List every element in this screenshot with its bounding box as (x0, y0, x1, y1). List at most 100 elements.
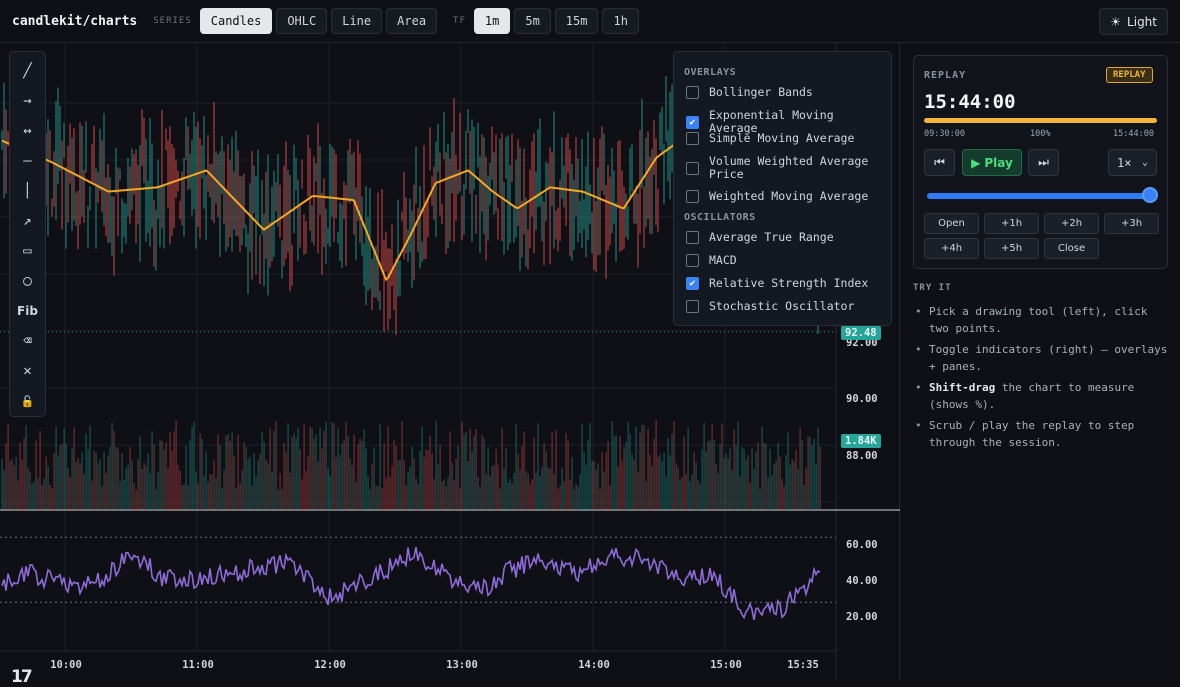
timeframe-button-5m[interactable]: 5m (514, 8, 551, 34)
theme-toggle-button[interactable]: ☀ Light (1099, 8, 1168, 35)
checkbox[interactable] (686, 254, 699, 267)
volume-bar (783, 485, 785, 510)
jump-button-plus-3h[interactable]: +3h (1104, 213, 1159, 234)
time-tick-label: 12:00 (314, 659, 346, 671)
volume-bar (399, 459, 401, 510)
checkbox[interactable] (686, 132, 699, 145)
volume-bar (819, 446, 821, 510)
jump-button-plus-1h[interactable]: +1h (984, 213, 1039, 234)
volume-bar (7, 424, 9, 510)
volume-bar (581, 423, 583, 510)
jump-button-plus-5h[interactable]: +5h (984, 238, 1039, 259)
volume-bar (693, 452, 695, 510)
indicator-weighted-moving-average[interactable]: Weighted Moving Average (686, 190, 886, 203)
indicator-volume-weighted-average-price[interactable]: Volume Weighted Average Price (686, 155, 886, 181)
skip-forward-button[interactable]: ⏭ (1028, 149, 1059, 176)
checkbox[interactable] (686, 231, 699, 244)
fib-tool-button[interactable]: Fib (10, 297, 45, 325)
jump-button-plus-4h[interactable]: +4h (924, 238, 979, 259)
volume-bar (773, 464, 775, 510)
volume-bar (179, 470, 181, 510)
volume-bar (559, 485, 561, 510)
volume-bar (451, 462, 453, 510)
volume-bar (777, 442, 779, 510)
arrow-tool-button[interactable]: → (10, 87, 45, 115)
volume-bar (795, 449, 797, 510)
volume-bar (485, 473, 487, 510)
volume-bar (321, 448, 323, 510)
timeframe-button-1h[interactable]: 1h (602, 8, 639, 34)
volume-bar (335, 456, 337, 510)
clear-tool-button[interactable]: ✕ (10, 357, 45, 385)
checkbox[interactable] (686, 86, 699, 99)
timeframe-button-15m[interactable]: 15m (554, 8, 599, 34)
play-button[interactable]: ▶ Play (962, 149, 1022, 176)
circle-icon: ◯ (23, 273, 32, 289)
series-button-line[interactable]: Line (331, 8, 383, 34)
jump-button-close[interactable]: Close (1044, 238, 1099, 259)
volume-bar (541, 467, 543, 510)
indicator-simple-moving-average[interactable]: Simple Moving Average (686, 132, 886, 145)
volume-bar (189, 440, 191, 510)
volume-bar (177, 464, 179, 510)
volume-bar (407, 471, 409, 510)
volume-bar (791, 459, 793, 510)
volume-bar (39, 430, 41, 510)
volume-bar (659, 454, 661, 510)
trend-line-tool-button[interactable]: ╱ (10, 57, 45, 85)
volume-bar (223, 469, 225, 510)
circle-tool-button[interactable]: ◯ (10, 267, 45, 295)
indicator-label: Relative Strength Index (709, 276, 869, 290)
horizontal-line-tool-button[interactable]: — (10, 147, 45, 175)
volume-bar (331, 422, 333, 510)
checkbox[interactable] (686, 161, 699, 175)
jump-button-open[interactable]: Open (924, 213, 979, 234)
indicator-average-true-range[interactable]: Average True Range (686, 231, 886, 244)
jump-button-plus-2h[interactable]: +2h (1044, 213, 1099, 234)
indicator-macd[interactable]: MACD (686, 254, 886, 267)
series-button-ohlc[interactable]: OHLC (276, 8, 328, 34)
extended-line-icon: ↔ (23, 123, 32, 139)
volume-bar (175, 420, 177, 510)
extended-line-tool-button[interactable]: ↔ (10, 117, 45, 145)
volume-bar (209, 474, 211, 510)
volume-bar (281, 489, 283, 510)
eraser-tool-button[interactable]: ⌫ (10, 327, 45, 355)
volume-bar (393, 440, 395, 510)
volume-bar (135, 489, 137, 510)
series-button-candles[interactable]: Candles (199, 8, 273, 34)
indicator-stochastic-oscillator[interactable]: Stochastic Oscillator (686, 300, 886, 313)
ray-tool-button[interactable]: ↗ (10, 207, 45, 235)
volume-bar (691, 474, 693, 510)
rectangle-tool-button[interactable]: ▭ (10, 237, 45, 265)
checkbox[interactable] (686, 190, 699, 203)
volume-bar (637, 471, 639, 510)
volume-bar (193, 421, 195, 510)
volume-bar (521, 446, 523, 510)
volume-bar (183, 484, 185, 510)
checkbox[interactable]: ✔ (686, 277, 699, 290)
volume-bar (699, 483, 701, 510)
volume-bar (239, 483, 241, 510)
checkbox[interactable] (686, 300, 699, 313)
timeframe-button-1m[interactable]: 1m (473, 8, 511, 34)
volume-bar (93, 451, 95, 510)
volume-bar (573, 489, 575, 510)
vertical-line-tool-button[interactable]: │ (10, 177, 45, 205)
indicator-relative-strength-index[interactable]: ✔ Relative Strength Index (686, 277, 886, 290)
replay-scrubber-track[interactable] (927, 193, 1158, 199)
lock-tool-button[interactable]: 🔓 (10, 387, 45, 415)
replay-progress-bar[interactable] (924, 118, 1157, 123)
checkbox[interactable]: ✔ (686, 115, 699, 129)
volume-bar (771, 475, 773, 510)
volume-bar (505, 448, 507, 510)
skip-back-button[interactable]: ⏮ (924, 149, 955, 176)
volume-bar (83, 473, 85, 510)
series-button-area[interactable]: Area (386, 8, 438, 34)
indicator-bollinger-bands[interactable]: Bollinger Bands (686, 86, 886, 99)
volume-bar (663, 452, 665, 510)
volume-bar (481, 435, 483, 510)
replay-scrubber-handle[interactable] (1142, 187, 1158, 203)
speed-select[interactable]: 1× ⌄ (1108, 149, 1157, 176)
volume-bar (123, 479, 125, 510)
